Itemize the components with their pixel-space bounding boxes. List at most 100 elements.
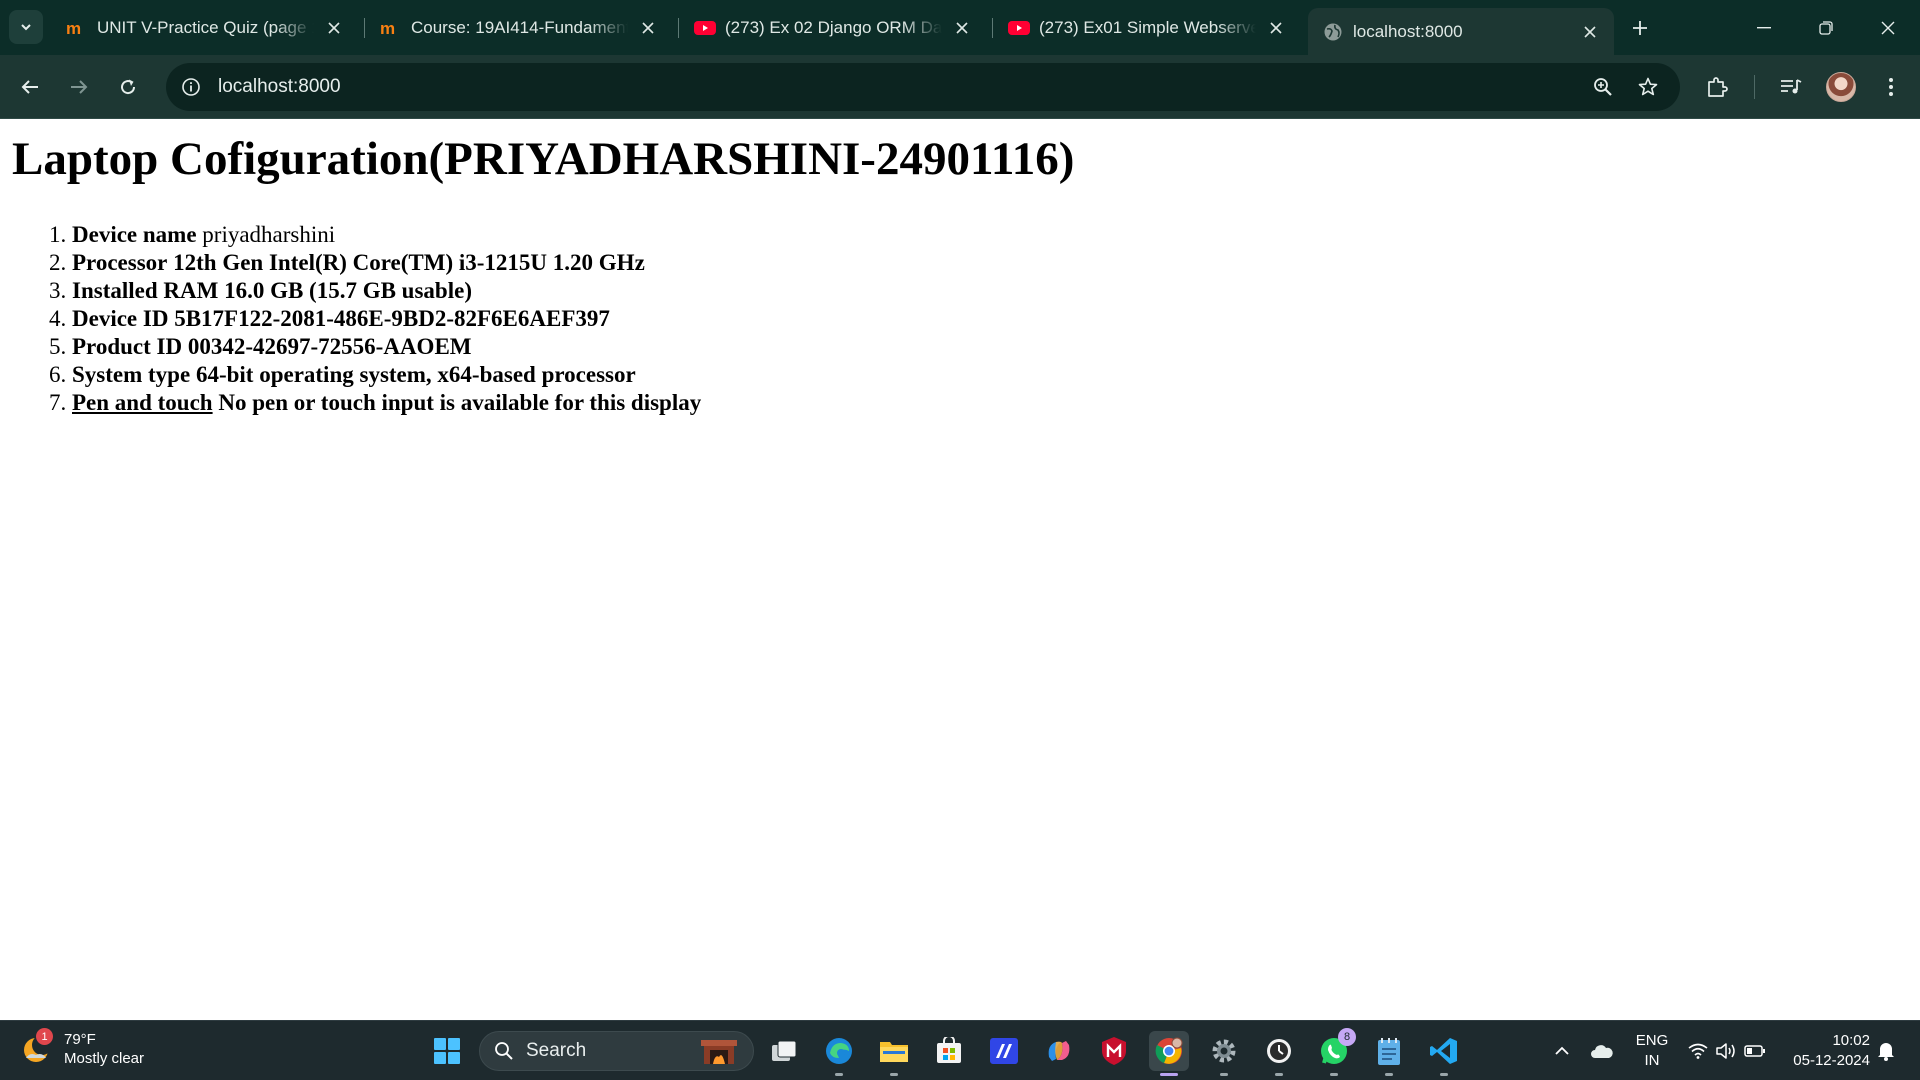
tab-strip: m UNIT V-Practice Quiz (page 1 m Course:… bbox=[0, 0, 1920, 55]
minimize-button[interactable] bbox=[1733, 0, 1795, 55]
restore-button[interactable] bbox=[1795, 0, 1857, 55]
media-controls-button[interactable] bbox=[1774, 70, 1808, 104]
address-url[interactable]: localhost:8000 bbox=[218, 76, 341, 98]
store-button[interactable] bbox=[929, 1031, 969, 1071]
item-label: Product ID bbox=[72, 334, 183, 359]
tab-course[interactable]: m Course: 19AI414-Fundamenta bbox=[366, 8, 672, 48]
tab-search-button[interactable] bbox=[9, 10, 43, 44]
weather-moon-icon: 1 bbox=[20, 1028, 54, 1066]
bookmark-button[interactable] bbox=[1631, 70, 1665, 104]
wifi-button[interactable] bbox=[1685, 1033, 1711, 1069]
more-vertical-icon bbox=[1889, 78, 1893, 96]
whatsapp-button[interactable]: 8 bbox=[1314, 1028, 1356, 1076]
moodle-icon: m bbox=[380, 17, 402, 39]
clock-icon bbox=[1267, 1039, 1291, 1063]
chevron-down-icon bbox=[21, 24, 31, 31]
tab-separator bbox=[364, 18, 365, 38]
running-indicator bbox=[1440, 1073, 1448, 1076]
item-label: Device ID bbox=[72, 306, 169, 331]
windows-icon bbox=[434, 1038, 460, 1064]
extensions-button[interactable] bbox=[1700, 70, 1734, 104]
svg-text:m: m bbox=[380, 20, 395, 36]
minimize-icon bbox=[1757, 26, 1771, 28]
close-icon[interactable] bbox=[324, 18, 344, 38]
app-a-button[interactable] bbox=[984, 1031, 1024, 1071]
clock[interactable]: 10:02 05-12-2024 bbox=[1782, 1031, 1870, 1071]
item-label: Device name bbox=[72, 222, 197, 247]
svg-text:m: m bbox=[66, 20, 81, 36]
tab-localhost[interactable]: localhost:8000 bbox=[1308, 8, 1614, 55]
task-view-button[interactable] bbox=[764, 1031, 804, 1071]
start-button[interactable] bbox=[427, 1031, 467, 1071]
close-icon[interactable] bbox=[1266, 18, 1286, 38]
vscode-button[interactable] bbox=[1424, 1031, 1464, 1076]
arrow-right-icon bbox=[71, 80, 88, 94]
info-icon[interactable] bbox=[178, 74, 204, 100]
mcafee-button[interactable] bbox=[1094, 1031, 1134, 1071]
playlist-icon bbox=[1781, 79, 1802, 94]
notepad-button[interactable] bbox=[1369, 1031, 1409, 1076]
close-icon[interactable] bbox=[1580, 22, 1600, 42]
tab-title: (273) Ex 02 Django ORM Data bbox=[725, 18, 942, 37]
tab-django-orm[interactable]: (273) Ex 02 Django ORM Data bbox=[680, 8, 986, 48]
moodle-icon: m bbox=[66, 17, 88, 39]
tab-webserver[interactable]: (273) Ex01 Simple Webserver bbox=[994, 8, 1300, 48]
close-window-button[interactable] bbox=[1857, 0, 1919, 55]
close-icon[interactable] bbox=[638, 18, 658, 38]
settings-button[interactable] bbox=[1204, 1031, 1244, 1076]
copilot-button[interactable] bbox=[1039, 1031, 1079, 1071]
page-title: Laptop Cofiguration(PRIYADHARSHINI-24901… bbox=[12, 133, 1075, 185]
zoom-button[interactable] bbox=[1586, 70, 1620, 104]
volume-button[interactable] bbox=[1713, 1033, 1739, 1069]
tab-separator bbox=[992, 18, 993, 38]
file-explorer-button[interactable] bbox=[874, 1031, 914, 1076]
gear-icon bbox=[1212, 1039, 1236, 1063]
clock-time: 10:02 bbox=[1832, 1032, 1870, 1049]
tab-title: Course: 19AI414-Fundamenta bbox=[411, 18, 628, 37]
tab-quiz[interactable]: m UNIT V-Practice Quiz (page 1 bbox=[52, 8, 358, 48]
restore-icon bbox=[1819, 20, 1833, 35]
config-list: Device name priyadharshini Processor 12t… bbox=[72, 221, 701, 417]
store-icon bbox=[937, 1037, 961, 1063]
onedrive-button[interactable] bbox=[1588, 1033, 1616, 1069]
list-item: Pen and touch No pen or touch input is a… bbox=[72, 389, 701, 417]
reload-button[interactable] bbox=[111, 70, 145, 104]
vscode-icon bbox=[1430, 1038, 1457, 1064]
chevron-up-icon bbox=[1555, 1046, 1569, 1055]
weather-widget[interactable]: 1 79°F Mostly clear bbox=[20, 1028, 145, 1068]
close-icon[interactable] bbox=[952, 18, 972, 38]
item-label: Installed RAM bbox=[72, 278, 219, 303]
language-indicator[interactable]: ENG IN bbox=[1630, 1031, 1674, 1071]
task-view-icon bbox=[772, 1040, 797, 1061]
menu-button[interactable] bbox=[1874, 70, 1908, 104]
reload-icon bbox=[121, 79, 136, 95]
new-tab-button[interactable] bbox=[1625, 13, 1655, 43]
chrome-button[interactable] bbox=[1149, 1031, 1189, 1076]
battery-icon bbox=[1744, 1045, 1765, 1057]
plus-icon bbox=[1633, 21, 1647, 35]
show-hidden-icons-button[interactable] bbox=[1550, 1033, 1574, 1069]
puzzle-icon bbox=[1708, 77, 1728, 97]
tab-title: UNIT V-Practice Quiz (page 1 bbox=[97, 18, 314, 37]
item-value: 12th Gen Intel(R) Core(TM) i3-1215U 1.20… bbox=[173, 250, 645, 275]
taskbar-search[interactable]: Search bbox=[479, 1031, 754, 1071]
list-item: Product ID 00342-42697-72556-AAOEM bbox=[72, 333, 701, 361]
battery-button[interactable] bbox=[1742, 1033, 1768, 1069]
edge-button[interactable] bbox=[819, 1031, 859, 1076]
running-indicator bbox=[890, 1073, 898, 1076]
item-value: priyadharshini bbox=[202, 222, 336, 247]
forward-button[interactable] bbox=[62, 70, 96, 104]
back-button[interactable] bbox=[13, 70, 47, 104]
notifications-button[interactable] bbox=[1872, 1033, 1900, 1069]
clock-app-button[interactable] bbox=[1259, 1031, 1299, 1076]
arrow-left-icon bbox=[21, 80, 38, 94]
list-item: Installed RAM 16.0 GB (15.7 GB usable) bbox=[72, 277, 701, 305]
fireplace-icon bbox=[701, 1040, 737, 1064]
weather-condition: Mostly clear bbox=[64, 1050, 145, 1067]
chrome-icon bbox=[1155, 1037, 1183, 1064]
running-indicator bbox=[1275, 1073, 1283, 1076]
profile-avatar[interactable] bbox=[1826, 72, 1856, 102]
address-bar[interactable]: localhost:8000 bbox=[166, 63, 1680, 111]
item-value: 00342-42697-72556-AAOEM bbox=[187, 334, 472, 359]
zoom-icon bbox=[1594, 78, 1612, 96]
